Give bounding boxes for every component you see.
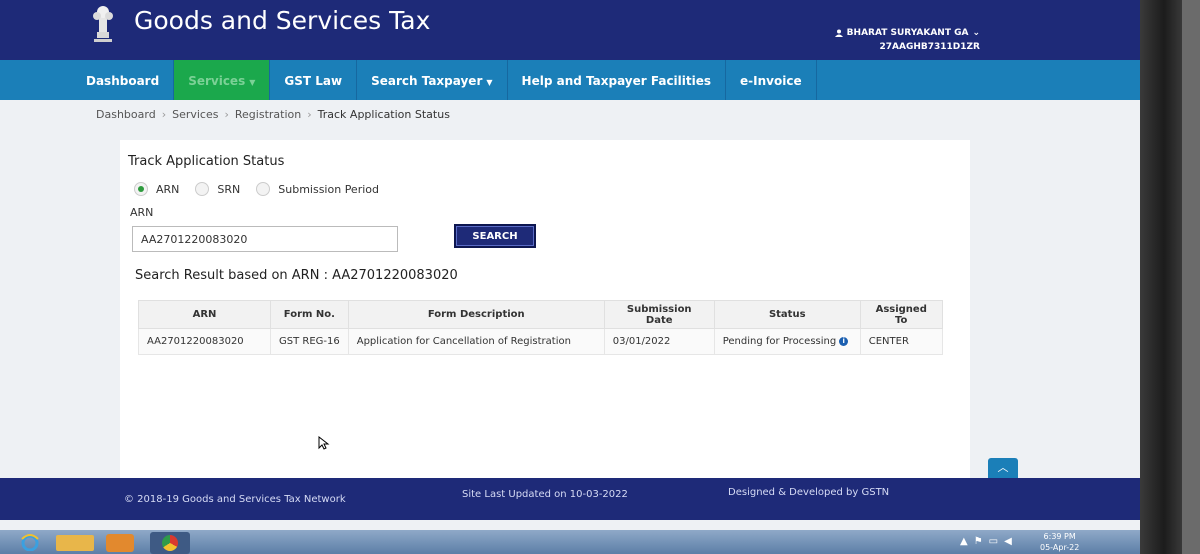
national-emblem-icon (93, 6, 113, 42)
user-gstin: 27AAGHB7311D1ZR (879, 42, 980, 52)
search-type-radios: ARN SRN Submission Period (134, 182, 395, 196)
internet-explorer-icon[interactable] (20, 533, 40, 551)
nav-gst-law[interactable]: GST Law (270, 60, 358, 100)
user-menu[interactable]: BHARAT SURYAKANT GA ⌄ 27AAGHB7311D1ZR (834, 26, 980, 54)
chevron-up-icon: ︿ (997, 461, 1009, 474)
col-assigned-to: Assigned To (859, 300, 943, 329)
chevron-down-icon: ⌄ (972, 28, 980, 38)
user-name: BHARAT SURYAKANT GA (846, 28, 969, 38)
arn-field-label: ARN (130, 206, 154, 219)
footer-designed-by: Designed & Developed by GSTN (728, 487, 890, 498)
col-form-no: Form No. (270, 300, 349, 329)
radio-arn-label[interactable]: ARN (156, 183, 179, 196)
monitor-bezel (1140, 0, 1200, 554)
site-header: Goods and Services Tax BHARAT SURYAKANT … (0, 0, 1140, 60)
nav-dashboard[interactable]: Dashboard (0, 60, 175, 100)
nav-search-taxpayer[interactable]: Search Taxpayer ▼ (357, 60, 508, 100)
taskbar-clock[interactable]: 6:39 PM 05-Apr-22 (1040, 531, 1079, 553)
breadcrumb-registration[interactable]: Registration (235, 108, 301, 121)
caret-down-icon: ▼ (486, 78, 493, 87)
radio-submission-period[interactable] (256, 182, 271, 196)
radio-srn[interactable] (195, 182, 210, 196)
site-footer: © 2018-19 Goods and Services Tax Network… (0, 478, 1140, 520)
cell-status: Pending for Processing i (713, 328, 861, 355)
system-tray[interactable]: ▲⚑▭◀ (960, 536, 1018, 547)
file-explorer-icon[interactable] (56, 535, 94, 551)
cell-assigned-to: CENTER (859, 328, 943, 355)
search-button[interactable]: SEARCH (454, 224, 536, 248)
main-nav: Dashboard Services ▼ GST Law Search Taxpa… (0, 60, 1140, 100)
breadcrumb-current: Track Application Status (317, 108, 450, 121)
radio-submission-period-label[interactable]: Submission Period (278, 183, 379, 196)
results-table: ARN Form No. Form Description Submission… (138, 300, 943, 355)
nav-e-invoice[interactable]: e-Invoice (726, 60, 817, 100)
footer-last-updated: Site Last Updated on 10-03-2022 (462, 489, 628, 500)
cell-form-description: Application for Cancellation of Registra… (347, 328, 605, 355)
caret-down-icon: ▼ (249, 78, 256, 87)
page-title: Track Application Status (128, 154, 285, 169)
status-text: Pending for Processing (722, 336, 837, 347)
scroll-to-top-button[interactable]: ︿ (988, 458, 1018, 478)
arn-input[interactable] (132, 226, 398, 252)
browser-viewport: Goods and Services Tax BHARAT SURYAKANT … (0, 0, 1140, 554)
table-header-row: ARN Form No. Form Description Submission… (138, 300, 943, 329)
col-status: Status (713, 300, 861, 329)
mouse-cursor-icon (318, 436, 330, 450)
cell-submission-date: 03/01/2022 (603, 328, 715, 355)
nav-search-taxpayer-label: Search Taxpayer (371, 74, 483, 88)
site-title[interactable]: Goods and Services Tax (134, 6, 430, 35)
chrome-icon[interactable] (150, 532, 190, 554)
search-result-heading: Search Result based on ARN : AA270122008… (135, 268, 458, 283)
nav-help[interactable]: Help and Taxpayer Facilities (508, 60, 727, 100)
radio-arn[interactable] (134, 182, 148, 196)
table-row: AA2701220083020 GST REG-16 Application f… (138, 328, 943, 355)
media-player-icon[interactable] (106, 534, 134, 552)
clock-date: 05-Apr-22 (1040, 543, 1080, 552)
breadcrumb-services[interactable]: Services (172, 108, 218, 121)
footer-copyright: © 2018-19 Goods and Services Tax Network (124, 494, 346, 505)
col-form-description: Form Description (347, 300, 605, 329)
cell-form-no: GST REG-16 (270, 328, 349, 355)
breadcrumb: Dashboard › Services › Registration › Tr… (96, 108, 450, 121)
nav-services[interactable]: Services ▼ (174, 60, 271, 100)
breadcrumb-dashboard[interactable]: Dashboard (96, 108, 156, 121)
cell-arn: AA2701220083020 (138, 328, 271, 355)
info-icon[interactable]: i (839, 336, 849, 346)
col-arn: ARN (138, 300, 271, 329)
windows-taskbar: ▲⚑▭◀ 6:39 PM 05-Apr-22 (0, 530, 1140, 554)
col-submission-date: Submission Date (603, 300, 715, 329)
user-icon (834, 29, 843, 37)
clock-time: 6:39 PM (1043, 532, 1076, 541)
track-status-panel: Track Application Status ARN SRN Submiss… (120, 140, 970, 480)
radio-srn-label[interactable]: SRN (217, 183, 240, 196)
nav-services-label: Services (188, 74, 246, 88)
